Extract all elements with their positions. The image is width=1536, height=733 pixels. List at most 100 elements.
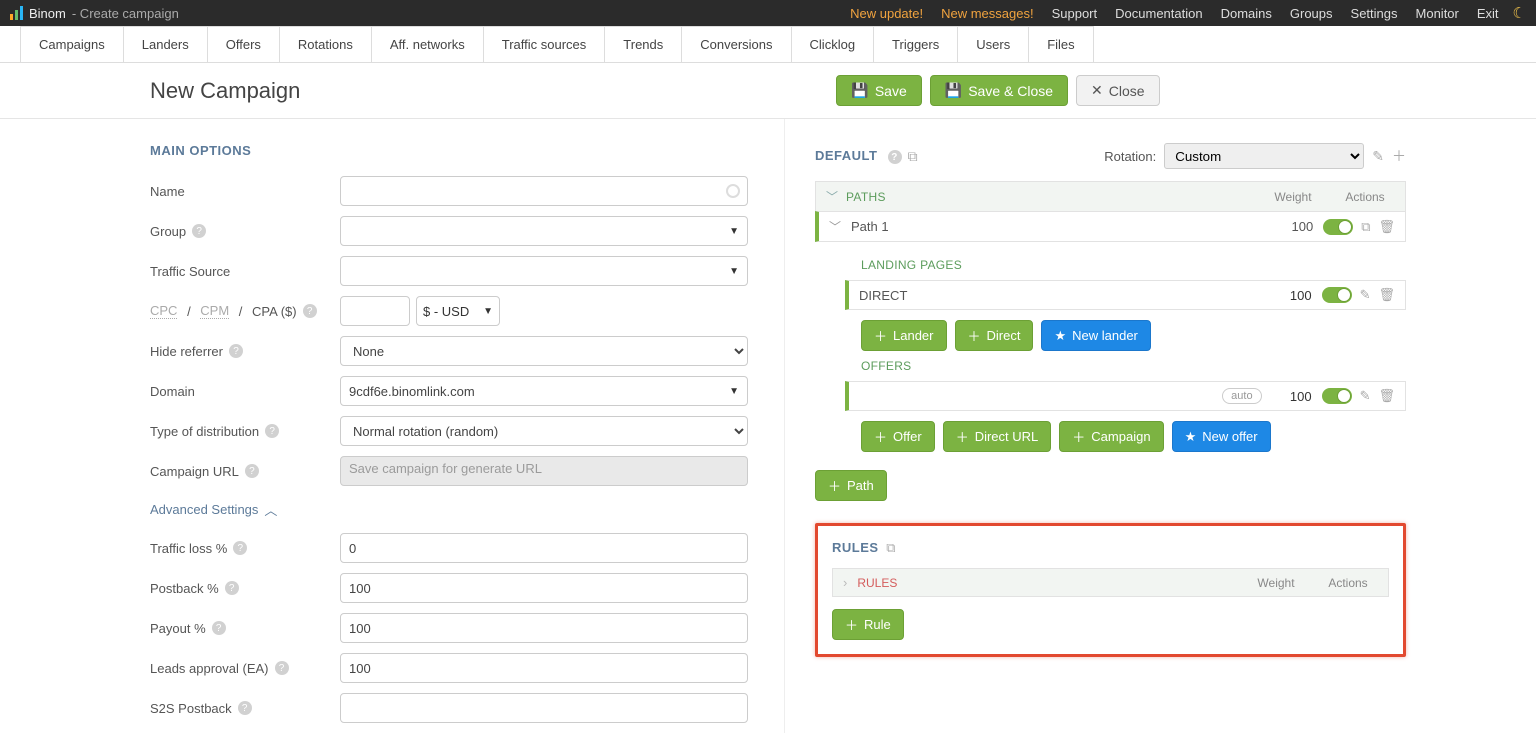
- save-icon: 💾: [851, 82, 868, 99]
- tab-rotations[interactable]: Rotations: [279, 26, 372, 62]
- leads-input[interactable]: [340, 653, 748, 683]
- pencil-icon[interactable]: ✎: [1360, 287, 1371, 303]
- cost-input[interactable]: [340, 296, 410, 326]
- hint-icon[interactable]: ?: [275, 661, 289, 675]
- hideref-select[interactable]: None: [340, 336, 748, 366]
- add-path-button[interactable]: ＋Path: [815, 470, 887, 501]
- tab-affnetworks[interactable]: Aff. networks: [371, 26, 484, 62]
- offer-weight: 100: [1272, 389, 1312, 404]
- default-label: DEFAULT ?: [815, 148, 902, 165]
- domain-select[interactable]: 9cdf6e.binomlink.com▼: [340, 376, 748, 406]
- hint-icon[interactable]: ?: [238, 701, 252, 715]
- hint-icon[interactable]: ?: [265, 424, 279, 438]
- pencil-icon[interactable]: ✎: [1360, 388, 1371, 404]
- tab-trends[interactable]: Trends: [604, 26, 682, 62]
- toplink-groups[interactable]: Groups: [1290, 6, 1333, 21]
- toplink-messages[interactable]: New messages!: [941, 6, 1033, 21]
- name-input[interactable]: [340, 176, 748, 206]
- copy-icon[interactable]: ⧉: [886, 540, 895, 555]
- copy-icon[interactable]: ⧉: [1361, 219, 1370, 235]
- col-actions: Actions: [1318, 576, 1378, 590]
- trafficloss-input[interactable]: [340, 533, 748, 563]
- toplink-domains[interactable]: Domains: [1221, 6, 1272, 21]
- page-title: New Campaign: [150, 78, 300, 104]
- lp-row-direct[interactable]: DIRECT 100 ✎ 🗑: [845, 280, 1406, 310]
- trash-icon[interactable]: 🗑: [1378, 388, 1395, 404]
- tab-files[interactable]: Files: [1028, 26, 1093, 62]
- new-lander-button[interactable]: ★New lander: [1041, 320, 1150, 351]
- pencil-icon[interactable]: ✎: [1372, 148, 1384, 165]
- add-campaign-button[interactable]: ＋Campaign: [1059, 421, 1163, 452]
- path-row[interactable]: ﹀ Path 1 100 ⧉ 🗑: [815, 211, 1406, 242]
- add-direct-button[interactable]: ＋Direct: [955, 320, 1034, 351]
- trash-icon[interactable]: 🗑: [1378, 287, 1395, 303]
- tab-users[interactable]: Users: [957, 26, 1029, 62]
- plus-icon: ＋: [1072, 427, 1085, 446]
- rotation-select[interactable]: Custom: [1164, 143, 1364, 169]
- add-rule-button[interactable]: ＋Rule: [832, 609, 904, 640]
- hint-icon[interactable]: ?: [212, 621, 226, 635]
- add-lander-button[interactable]: ＋Lander: [861, 320, 947, 351]
- label-cost: CPC / CPM / CPA ($) ?: [150, 303, 340, 319]
- tab-offers[interactable]: Offers: [207, 26, 280, 62]
- hint-icon[interactable]: ?: [888, 150, 902, 164]
- logo-bars-icon: [10, 6, 23, 20]
- toplink-update[interactable]: New update!: [850, 6, 923, 21]
- rotation-label: Rotation:: [1104, 149, 1156, 164]
- save-label: Save: [875, 83, 907, 99]
- hint-icon[interactable]: ?: [229, 344, 243, 358]
- hint-icon[interactable]: ?: [192, 224, 206, 238]
- night-mode-icon[interactable]: ☾: [1513, 4, 1526, 22]
- path-weight: 100: [1273, 219, 1313, 234]
- toplink-exit[interactable]: Exit: [1477, 6, 1499, 21]
- trash-icon[interactable]: 🗑: [1378, 219, 1395, 235]
- add-directurl-button[interactable]: ＋Direct URL: [943, 421, 1052, 452]
- lp-label: DIRECT: [859, 288, 907, 303]
- cost-cpa[interactable]: CPA ($): [252, 304, 297, 319]
- cost-cpm[interactable]: CPM: [200, 303, 229, 319]
- close-icon: ✕: [1091, 82, 1103, 99]
- hint-icon[interactable]: ?: [225, 581, 239, 595]
- right-column: DEFAULT ? ⧉ Rotation: Custom ✎ ＋ ﹀ PATHS…: [784, 119, 1536, 733]
- save-button[interactable]: 💾 Save: [836, 75, 921, 106]
- rules-header[interactable]: › RULES Weight Actions: [832, 568, 1389, 597]
- payout-input[interactable]: [340, 613, 748, 643]
- close-button[interactable]: ✕ Close: [1076, 75, 1160, 106]
- label-ts: Traffic Source: [150, 264, 340, 279]
- currency-select[interactable]: $ - USD▼: [416, 296, 500, 326]
- path-toggle[interactable]: [1323, 219, 1353, 235]
- auto-pill[interactable]: auto: [1222, 388, 1261, 404]
- toplink-support[interactable]: Support: [1052, 6, 1098, 21]
- hint-icon[interactable]: ?: [245, 464, 259, 478]
- add-offer-button[interactable]: ＋Offer: [861, 421, 935, 452]
- new-offer-button[interactable]: ★New offer: [1172, 421, 1271, 452]
- hint-icon[interactable]: ?: [303, 304, 317, 318]
- save-icon: 💾: [945, 82, 962, 99]
- save-close-button[interactable]: 💾 Save & Close: [930, 75, 1068, 106]
- toplink-monitor[interactable]: Monitor: [1416, 6, 1459, 21]
- toplink-docs[interactable]: Documentation: [1115, 6, 1202, 21]
- advanced-toggle[interactable]: Advanced Settings ︿: [150, 500, 784, 519]
- cost-cpc[interactable]: CPC: [150, 303, 177, 319]
- postback-input[interactable]: [340, 573, 748, 603]
- group-select[interactable]: ▼: [340, 216, 748, 246]
- lp-toggle[interactable]: [1322, 287, 1352, 303]
- hint-icon[interactable]: ?: [233, 541, 247, 555]
- paths-header[interactable]: ﹀ PATHS Weight Actions: [815, 181, 1406, 211]
- s2s-input[interactable]: [340, 693, 748, 723]
- tab-triggers[interactable]: Triggers: [873, 26, 958, 62]
- plus-icon[interactable]: ＋: [1392, 146, 1406, 166]
- traffic-source-select[interactable]: ▼: [340, 256, 748, 286]
- distribution-select[interactable]: Normal rotation (random): [340, 416, 748, 446]
- tab-campaigns[interactable]: Campaigns: [20, 26, 124, 62]
- offer-row-empty[interactable]: auto 100 ✎ 🗑: [845, 381, 1406, 411]
- offer-toggle[interactable]: [1322, 388, 1352, 404]
- lp-weight: 100: [1272, 288, 1312, 303]
- tab-trafficsources[interactable]: Traffic sources: [483, 26, 606, 62]
- copy-icon[interactable]: ⧉: [908, 148, 918, 165]
- tab-landers[interactable]: Landers: [123, 26, 208, 62]
- tab-conversions[interactable]: Conversions: [681, 26, 791, 62]
- toplink-settings[interactable]: Settings: [1351, 6, 1398, 21]
- tab-clicklog[interactable]: Clicklog: [791, 26, 875, 62]
- topbar: Binom - Create campaign New update! New …: [0, 0, 1536, 26]
